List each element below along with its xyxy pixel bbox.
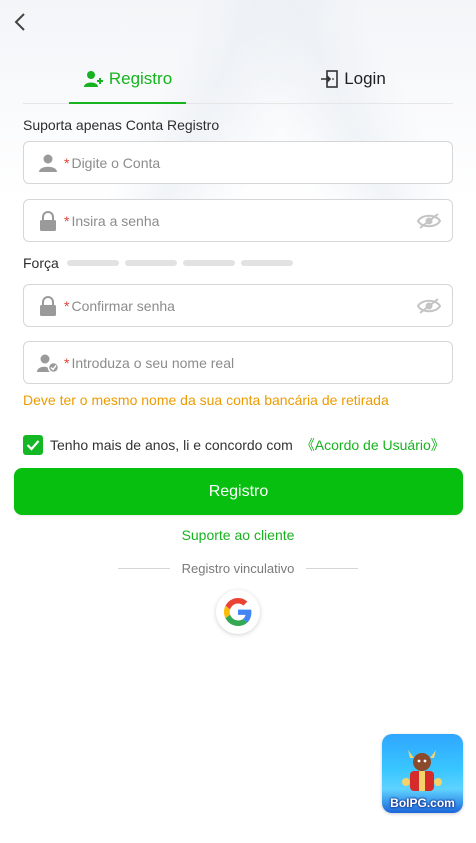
user-icon	[37, 152, 59, 174]
terms-text: Tenho mais de anos, li e concordo com	[50, 437, 293, 453]
binding-divider-label: Registro vinculativo	[181, 561, 295, 576]
google-login-button[interactable]	[216, 590, 260, 634]
account-input[interactable]	[71, 154, 452, 171]
binding-divider: Registro vinculativo	[118, 561, 358, 576]
strength-bar	[182, 260, 235, 266]
confirm-password-input[interactable]	[71, 297, 417, 314]
tab-login[interactable]: Login	[303, 55, 403, 103]
required-mark: *	[64, 212, 70, 229]
tab-register-label: Registro	[108, 69, 173, 88]
required-mark: *	[64, 154, 70, 171]
user-verified-icon	[37, 352, 59, 374]
account-field[interactable]: *	[23, 141, 453, 184]
real-name-field[interactable]: *	[23, 341, 453, 384]
promo-brand: BoIPG.com	[390, 796, 455, 810]
customer-support-link[interactable]: Suporte ao cliente	[0, 527, 476, 543]
confirm-password-field[interactable]: *	[23, 284, 453, 327]
password-strength: Força	[23, 255, 299, 271]
divider-line	[118, 568, 170, 569]
game-character-icon	[402, 750, 442, 791]
register-submit-button[interactable]: Registro	[14, 468, 463, 515]
lock-icon	[37, 295, 59, 317]
support-note: Suporta apenas Conta Registro	[23, 117, 220, 133]
real-name-warning: Deve ter o mesmo nome da sua conta bancá…	[23, 392, 389, 408]
tab-login-label: Login	[344, 69, 386, 88]
chevron-left-icon	[14, 13, 25, 31]
add-user-icon	[83, 71, 103, 87]
tab-register[interactable]: Registro	[69, 55, 186, 104]
user-agreement-link[interactable]: 《Acordo de Usuário》	[301, 435, 445, 455]
required-mark: *	[64, 297, 70, 314]
strength-bar	[66, 260, 119, 266]
checkmark-icon	[26, 440, 40, 451]
strength-meter	[66, 260, 299, 266]
lock-icon	[37, 210, 59, 232]
terms-checkbox[interactable]	[23, 435, 43, 455]
real-name-input[interactable]	[71, 354, 452, 371]
promo-game-badge[interactable]: BoIPG.com	[382, 734, 463, 813]
google-icon	[224, 598, 252, 626]
eye-off-icon[interactable]	[417, 294, 441, 318]
terms-agreement: Tenho mais de anos, li e concordo com 《A…	[23, 435, 445, 455]
strength-bar	[240, 260, 293, 266]
password-input[interactable]	[71, 212, 417, 229]
strength-bar	[124, 260, 177, 266]
login-door-icon	[321, 70, 338, 88]
back-button[interactable]	[8, 10, 32, 34]
eye-off-icon[interactable]	[417, 209, 441, 233]
strength-label: Força	[23, 255, 59, 271]
divider-line	[306, 568, 358, 569]
required-mark: *	[64, 354, 70, 371]
auth-tabs: Registro Login	[23, 55, 453, 104]
password-field[interactable]: *	[23, 199, 453, 242]
